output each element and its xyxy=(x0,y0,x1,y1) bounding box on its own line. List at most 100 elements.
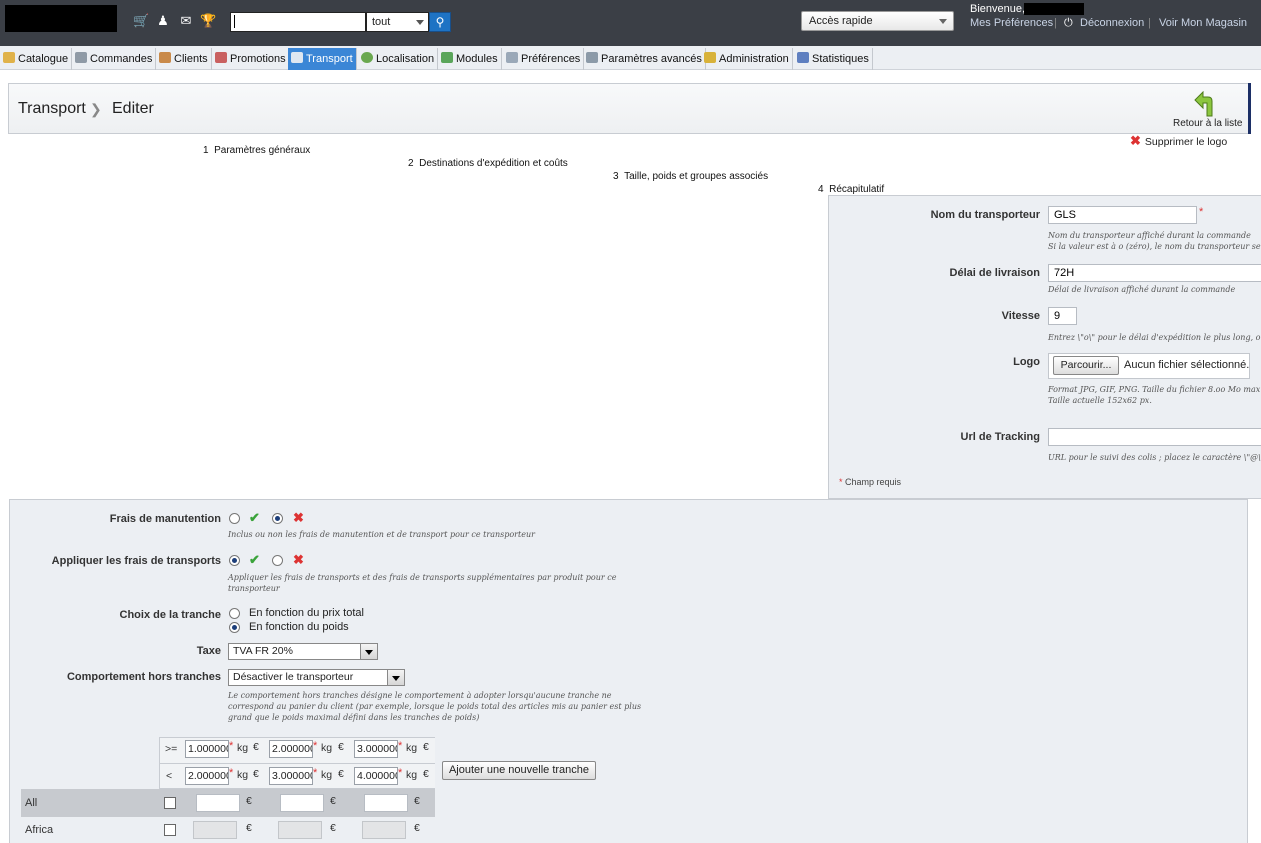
range-to-input-3[interactable]: 4.000000 xyxy=(354,767,398,785)
tax-select[interactable]: TVA FR 20% xyxy=(228,643,378,660)
chevron-down-icon xyxy=(360,644,377,659)
step-number: 3 xyxy=(613,171,619,182)
tab-preferences[interactable]: Préférences xyxy=(503,48,585,70)
range-from-input-2[interactable]: 2.000000 xyxy=(269,740,313,758)
handling-yes-radio[interactable] xyxy=(229,513,240,524)
tab-commandes[interactable]: Commandes xyxy=(72,48,157,70)
chevron-down-icon xyxy=(416,20,424,25)
out-of-range-label: Comportement hors tranches xyxy=(66,671,221,683)
tracking-url-input[interactable] xyxy=(1048,428,1261,446)
search-input[interactable] xyxy=(230,12,366,32)
logout-link[interactable]: Déconnexion xyxy=(1080,17,1144,29)
trophy-icon[interactable]: 🏆 xyxy=(200,13,216,29)
zone-africa-checkbox[interactable] xyxy=(164,824,176,836)
delete-logo-link[interactable]: ✖ Supprimer le logo xyxy=(1130,133,1227,149)
step-1[interactable]: 1 Paramètres généraux xyxy=(203,145,310,156)
quick-access-select[interactable]: Accès rapide xyxy=(801,11,954,31)
range-price-radio[interactable] xyxy=(229,608,240,619)
browse-button[interactable]: Parcourir... xyxy=(1053,356,1119,375)
apply-shipping-no-radio[interactable] xyxy=(272,555,283,566)
customer-icon[interactable]: ♟ xyxy=(155,13,171,29)
carrier-name-label: Nom du transporteur xyxy=(930,209,1040,221)
required-star: * xyxy=(398,767,403,779)
range-ge-symbol: >= xyxy=(165,743,178,755)
range-weight-radio[interactable] xyxy=(229,622,240,633)
delay-label: Délai de livraison xyxy=(949,267,1040,279)
power-icon: ⏻ xyxy=(1064,17,1073,29)
delay-hint: Délai de livraison affiché durant la com… xyxy=(1048,285,1236,294)
zone-all-price-3[interactable] xyxy=(364,794,408,812)
apply-shipping-yes-radio[interactable] xyxy=(229,555,240,566)
zone-all-checkbox[interactable] xyxy=(164,797,176,809)
logo-label: Logo xyxy=(1013,356,1040,368)
search-category-select[interactable]: tout xyxy=(366,12,429,32)
handling-label: Frais de manutention xyxy=(109,513,221,525)
tab-statistiques[interactable]: Statistiques xyxy=(794,48,873,70)
search-button[interactable]: ⚲ xyxy=(429,12,451,32)
step-4[interactable]: 4 Récapitulatif xyxy=(818,184,884,195)
employee-name xyxy=(1024,3,1084,15)
currency-label: € xyxy=(338,741,344,753)
currency-label: € xyxy=(330,795,336,807)
shop-logo[interactable] xyxy=(5,5,117,32)
handling-hint: Inclus ou non les frais de manutention e… xyxy=(228,530,535,539)
step-label: Taille, poids et groupes associés xyxy=(624,171,769,182)
tracking-label: Url de Tracking xyxy=(960,431,1040,443)
handling-no-radio[interactable] xyxy=(272,513,283,524)
zone-africa-price-1[interactable] xyxy=(193,821,237,839)
wrench-icon xyxy=(586,52,598,63)
globe-icon xyxy=(361,52,373,63)
add-range-button[interactable]: Ajouter une nouvelle tranche xyxy=(442,761,596,780)
speed-input[interactable]: 9 xyxy=(1048,307,1077,325)
tax-value: TVA FR 20% xyxy=(233,645,293,657)
unit-label: kg xyxy=(237,742,249,754)
delay-input[interactable]: 72H xyxy=(1048,264,1261,282)
text-cursor xyxy=(234,15,235,28)
out-of-range-select[interactable]: Désactiver le transporteur xyxy=(228,669,405,686)
cart-icon[interactable]: 🛒 xyxy=(133,13,149,29)
range-from-input-1[interactable]: 1.000000 xyxy=(185,740,229,758)
currency-label: € xyxy=(246,822,252,834)
zone-all-price-2[interactable] xyxy=(280,794,324,812)
currency-label: € xyxy=(330,822,336,834)
tab-label: Commandes xyxy=(90,53,153,65)
tab-administration[interactable]: Administration xyxy=(701,48,793,70)
currency-label: € xyxy=(338,768,344,780)
no-file-text: Aucun fichier sélectionné. xyxy=(1124,359,1250,371)
zone-all-price-1[interactable] xyxy=(196,794,240,812)
zone-africa-price-3[interactable] xyxy=(362,821,406,839)
range-price-label: En fonction du prix total xyxy=(249,607,364,619)
tab-promotions[interactable]: Promotions xyxy=(212,48,290,70)
back-arrow-icon[interactable] xyxy=(1194,91,1222,117)
tab-localisation[interactable]: Localisation xyxy=(358,48,439,70)
step-label: Récapitulatif xyxy=(829,184,885,195)
separator: | xyxy=(1148,17,1151,29)
tab-catalogue[interactable]: Catalogue xyxy=(0,48,73,70)
unit-label: kg xyxy=(321,742,333,754)
tab-transport[interactable]: Transport xyxy=(288,48,357,70)
out-of-range-hint: Le comportement hors tranches désigne le… xyxy=(228,691,612,700)
carrier-name-input[interactable]: GLS xyxy=(1048,206,1197,224)
back-to-list-link[interactable]: Retour à la liste xyxy=(1173,118,1242,129)
zone-africa-price-2[interactable] xyxy=(278,821,322,839)
range-to-input-2[interactable]: 3.000000 xyxy=(269,767,313,785)
unit-label: kg xyxy=(237,769,249,781)
tab-label: Administration xyxy=(719,53,789,65)
step-3[interactable]: 3 Taille, poids et groupes associés xyxy=(613,171,768,182)
no-cross-icon: ✖ xyxy=(293,552,304,567)
breadcrumb-transport[interactable]: Transport xyxy=(18,100,86,118)
step-number: 4 xyxy=(818,184,824,195)
message-icon[interactable]: ✉ xyxy=(178,13,194,29)
tab-advanced-parameters[interactable]: Paramètres avancés xyxy=(583,48,706,70)
my-preferences-link[interactable]: Mes Préférences xyxy=(970,17,1053,29)
page-title: Editer xyxy=(112,100,154,117)
range-from-input-3[interactable]: 3.000000 xyxy=(354,740,398,758)
step-2[interactable]: 2 Destinations d'expédition et coûts xyxy=(408,158,568,169)
tab-modules[interactable]: Modules xyxy=(438,48,502,70)
range-to-input-1[interactable]: 2.000000 xyxy=(185,767,229,785)
view-shop-link[interactable]: Voir Mon Magasin xyxy=(1159,17,1247,29)
tab-clients[interactable]: Clients xyxy=(156,48,212,70)
out-of-range-hint-3: grand que le poids maximal défini dans l… xyxy=(228,713,480,722)
welcome-text: Bienvenue, xyxy=(970,3,1026,15)
required-star: * xyxy=(398,740,403,752)
